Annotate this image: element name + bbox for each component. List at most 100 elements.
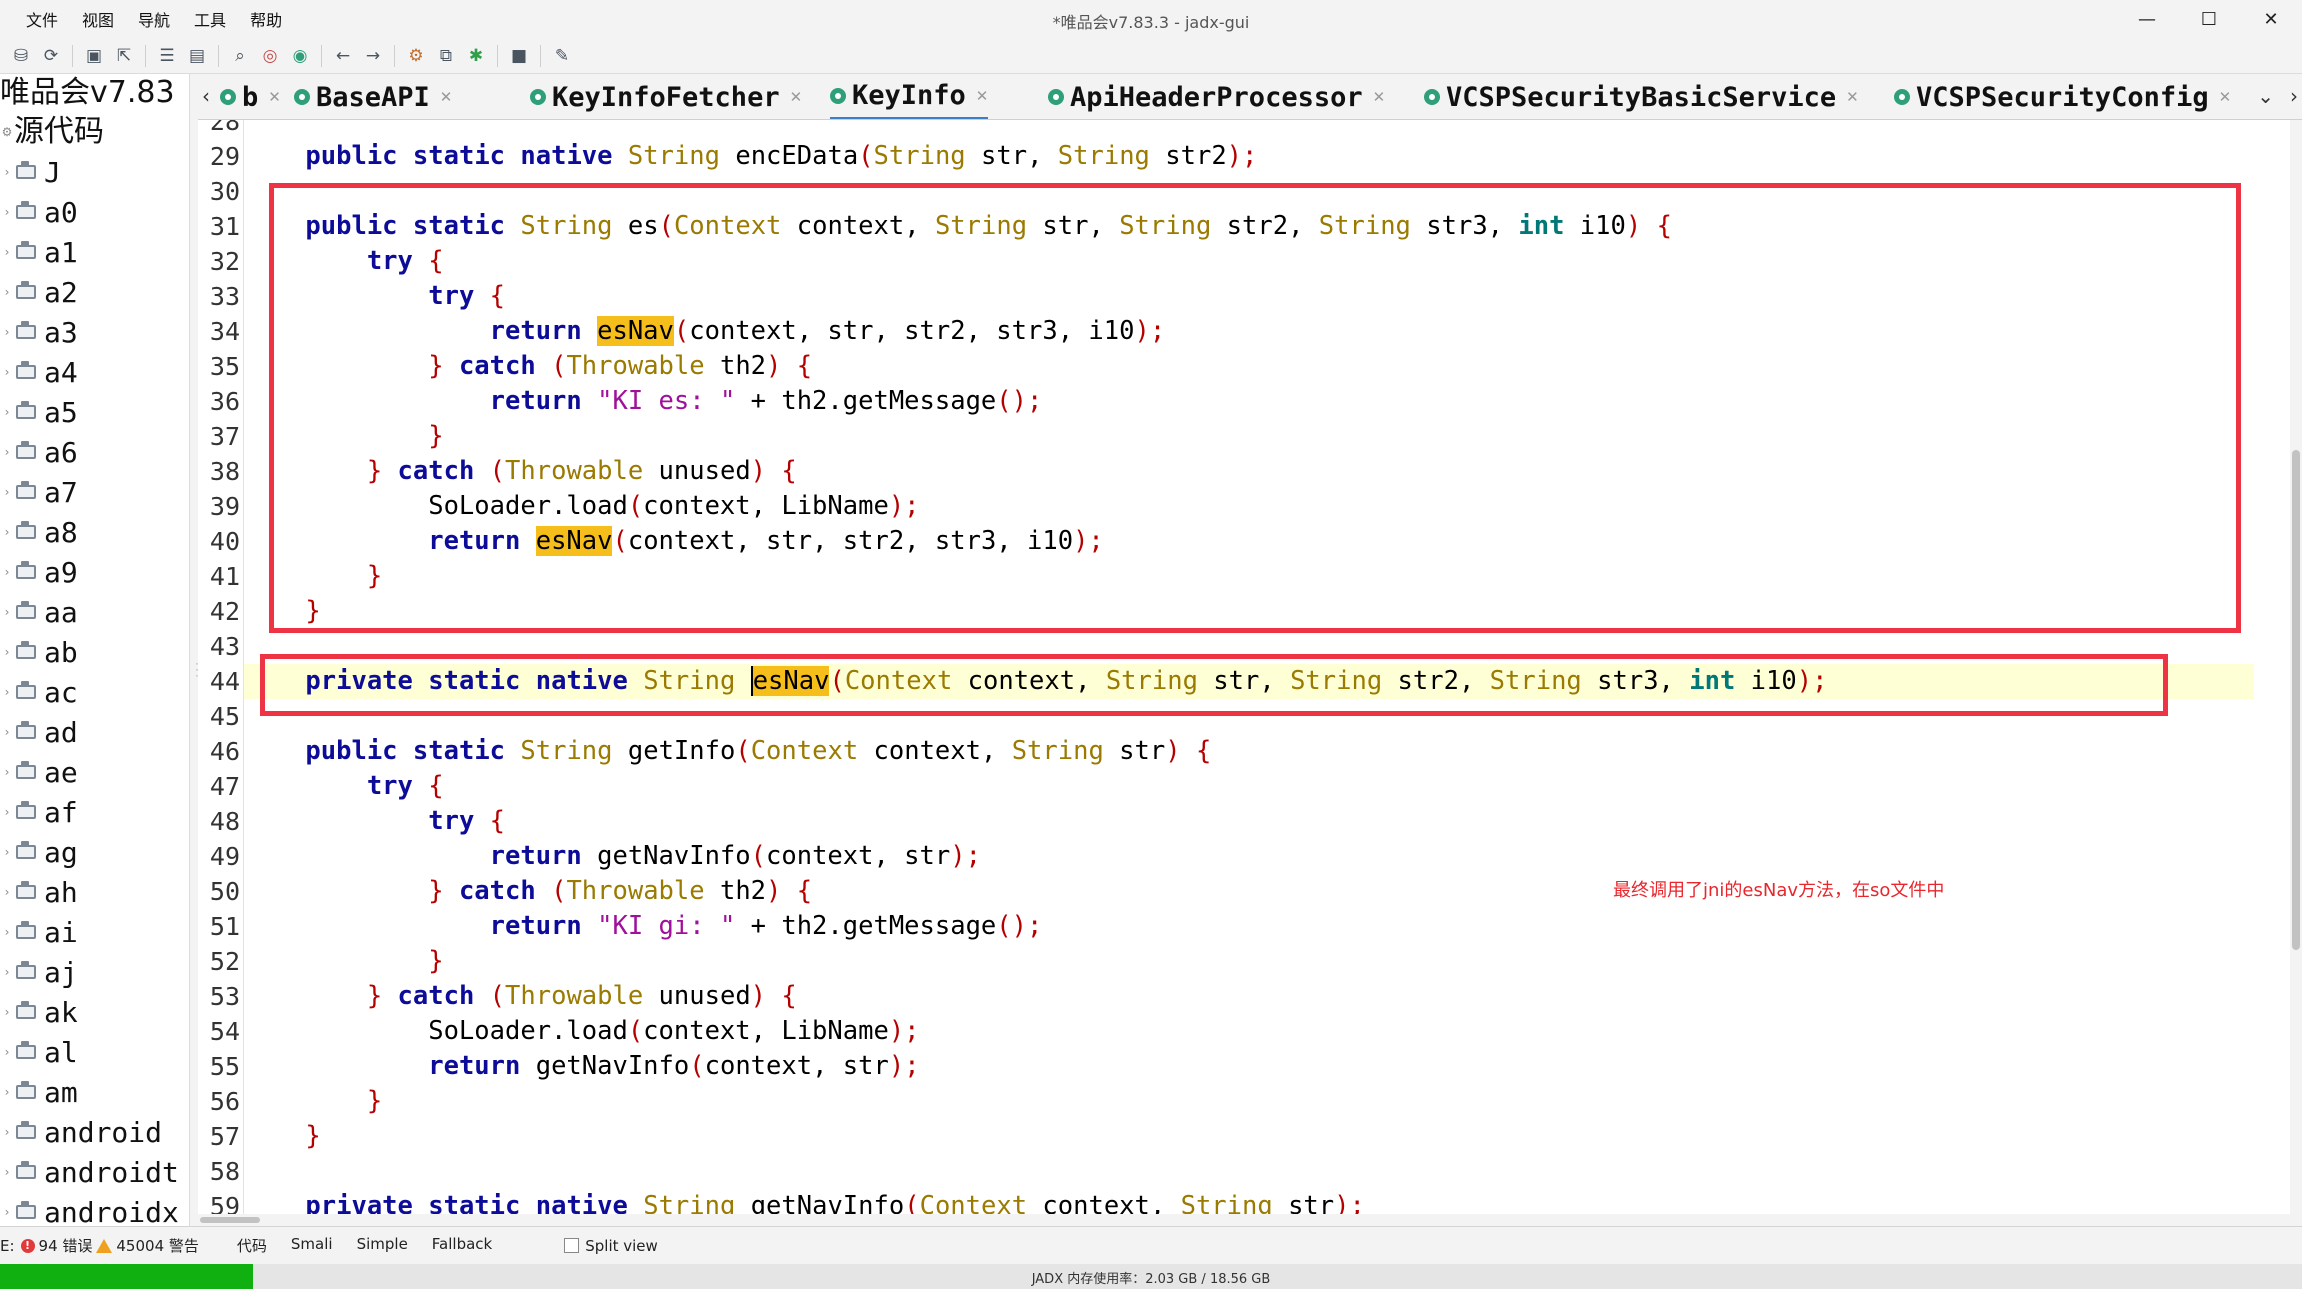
expand-arrow-icon[interactable]: › bbox=[0, 725, 14, 739]
bookmark-icon[interactable]: ⧉ bbox=[431, 42, 461, 70]
tree-package-item[interactable]: › ad bbox=[0, 712, 189, 752]
menu-navigate[interactable]: 导航 bbox=[126, 7, 182, 31]
expand-arrow-icon[interactable]: ⚙ bbox=[0, 112, 14, 152]
tree-package-item[interactable]: › a4 bbox=[0, 352, 189, 392]
tree-package-item[interactable]: › ai bbox=[0, 912, 189, 952]
code-line[interactable]: } bbox=[244, 944, 2254, 979]
package-icon[interactable]: ▤ bbox=[182, 42, 212, 70]
code-line[interactable]: SoLoader.load(context, LibName); bbox=[244, 489, 2254, 524]
tree-package-item[interactable]: › ab bbox=[0, 632, 189, 672]
tab-close-icon[interactable]: ✕ bbox=[1373, 88, 1386, 106]
tab-close-icon[interactable]: ✕ bbox=[268, 88, 281, 106]
expand-arrow-icon[interactable]: › bbox=[0, 205, 14, 219]
debug-icon[interactable]: ✱ bbox=[461, 42, 491, 70]
code-line[interactable]: try { bbox=[244, 279, 2254, 314]
expand-arrow-icon[interactable]: › bbox=[0, 325, 14, 339]
tab-apiheaderprocessor[interactable]: ApiHeaderProcessor ✕ bbox=[1048, 74, 1386, 119]
tree-package-item[interactable]: › a1 bbox=[0, 232, 189, 272]
code-line[interactable]: } catch (Throwable th2) { bbox=[244, 349, 2254, 384]
tab-scroll-right-icon[interactable]: › bbox=[2290, 84, 2298, 108]
tree-package-item[interactable]: › am bbox=[0, 1072, 189, 1112]
code-line[interactable]: public static native String encEData(Str… bbox=[244, 139, 2254, 174]
menu-tools[interactable]: 工具 bbox=[182, 7, 238, 31]
tree-package-item[interactable]: › al bbox=[0, 1032, 189, 1072]
tree-package-item[interactable]: › ah bbox=[0, 872, 189, 912]
tab-close-icon[interactable]: ✕ bbox=[440, 88, 453, 106]
menu-file[interactable]: 文件 bbox=[14, 7, 70, 31]
tab-b[interactable]: b ✕ bbox=[220, 74, 281, 119]
code-line[interactable]: } bbox=[244, 1119, 2254, 1154]
code-line[interactable]: try { bbox=[244, 804, 2254, 839]
expand-arrow-icon[interactable]: › bbox=[0, 1005, 14, 1019]
expand-arrow-icon[interactable]: › bbox=[0, 485, 14, 499]
code-line[interactable]: return "KI es: " + th2.getMessage(); bbox=[244, 384, 2254, 419]
tab-vcspsecurityconfig[interactable]: VCSPSecurityConfig ✕ bbox=[1894, 74, 2232, 119]
menu-help[interactable]: 帮助 bbox=[238, 7, 294, 31]
tab-close-icon[interactable]: ✕ bbox=[1846, 88, 1859, 106]
tree-root[interactable]: 唯品会v7.83 bbox=[0, 74, 189, 112]
find-class-icon[interactable]: ◉ bbox=[285, 42, 315, 70]
decompile-icon[interactable]: ⚙ bbox=[401, 42, 431, 70]
tab-close-icon[interactable]: ✕ bbox=[2219, 88, 2232, 106]
save-all-icon[interactable]: ⛁ bbox=[6, 42, 36, 70]
back-icon[interactable]: ← bbox=[328, 42, 358, 70]
expand-arrow-icon[interactable]: › bbox=[0, 1165, 14, 1179]
tree-package-item[interactable]: › a0 bbox=[0, 192, 189, 232]
save-icon[interactable]: ▣ bbox=[79, 42, 109, 70]
expand-arrow-icon[interactable]: › bbox=[0, 925, 14, 939]
tree-package-item[interactable]: › a5 bbox=[0, 392, 189, 432]
tab-scroll-left-icon[interactable]: ‹ bbox=[202, 84, 210, 108]
flatten-icon[interactable]: ☰ bbox=[152, 42, 182, 70]
expand-arrow-icon[interactable]: › bbox=[0, 165, 14, 179]
expand-arrow-icon[interactable]: › bbox=[0, 1125, 14, 1139]
tree-package-item[interactable]: › android bbox=[0, 1112, 189, 1152]
code-line[interactable]: public static String es(Context context,… bbox=[244, 209, 2254, 244]
tree-package-item[interactable]: › ag bbox=[0, 832, 189, 872]
expand-arrow-icon[interactable]: › bbox=[0, 245, 14, 259]
menu-view[interactable]: 视图 bbox=[70, 7, 126, 31]
view-tab-fallback[interactable]: Fallback bbox=[420, 1235, 504, 1256]
search-icon[interactable]: ⌕ bbox=[225, 42, 255, 70]
settings-icon[interactable]: ✎ bbox=[547, 42, 577, 70]
code-line[interactable]: return esNav(context, str, str2, str3, i… bbox=[244, 314, 2254, 349]
expand-arrow-icon[interactable]: › bbox=[0, 605, 14, 619]
tree-package-item[interactable]: › a8 bbox=[0, 512, 189, 552]
maximize-button[interactable]: ☐ bbox=[2178, 0, 2240, 38]
warning-count[interactable]: 45004 警告 bbox=[116, 1235, 199, 1256]
tree-package-item[interactable]: › ac bbox=[0, 672, 189, 712]
tab-vcspsecuritybasicservice[interactable]: VCSPSecurityBasicService ✕ bbox=[1424, 74, 1859, 119]
sync-icon[interactable]: ⟳ bbox=[36, 42, 66, 70]
code-line[interactable]: } bbox=[244, 559, 2254, 594]
code-line[interactable]: } catch (Throwable th2) { bbox=[244, 874, 2254, 909]
log-icon[interactable]: ■ bbox=[504, 42, 534, 70]
project-tree[interactable]: 唯品会v7.83 ⚙ 源代码 › J › a0 › a1 › a2 › a3 › a4 › a5 › a6 › a… bbox=[0, 74, 190, 1226]
tree-package-item[interactable]: › a2 bbox=[0, 272, 189, 312]
code-line[interactable]: return "KI gi: " + th2.getMessage(); bbox=[244, 909, 2254, 944]
expand-arrow-icon[interactable]: › bbox=[0, 405, 14, 419]
expand-arrow-icon[interactable]: › bbox=[0, 845, 14, 859]
code-line[interactable]: try { bbox=[244, 244, 2254, 279]
panel-splitter[interactable] bbox=[190, 74, 198, 1226]
tree-package-item[interactable]: › androidt bbox=[0, 1152, 189, 1192]
code-line[interactable]: public static String getInfo(Context con… bbox=[244, 734, 2254, 769]
expand-arrow-icon[interactable]: › bbox=[0, 965, 14, 979]
tab-keyinfo[interactable]: KeyInfo ✕ bbox=[830, 74, 989, 119]
view-tab-smali[interactable]: Smali bbox=[279, 1235, 345, 1256]
expand-arrow-icon[interactable]: › bbox=[0, 285, 14, 299]
tree-package-item[interactable]: › a6 bbox=[0, 432, 189, 472]
horizontal-scrollbar[interactable] bbox=[198, 1214, 2302, 1226]
expand-arrow-icon[interactable]: › bbox=[0, 365, 14, 379]
find-usage-icon[interactable]: ◎ bbox=[255, 42, 285, 70]
expand-arrow-icon[interactable]: › bbox=[0, 805, 14, 819]
expand-arrow-icon[interactable]: › bbox=[0, 765, 14, 779]
split-view-label[interactable]: Split view bbox=[585, 1237, 658, 1255]
expand-arrow-icon[interactable]: › bbox=[0, 1205, 14, 1219]
code-line[interactable]: } bbox=[244, 1084, 2254, 1119]
expand-arrow-icon[interactable]: › bbox=[0, 445, 14, 459]
split-view-checkbox[interactable] bbox=[564, 1238, 580, 1253]
tree-source-node[interactable]: ⚙ 源代码 bbox=[0, 112, 189, 152]
view-tab-code[interactable]: 代码 bbox=[225, 1235, 279, 1256]
expand-arrow-icon[interactable]: › bbox=[0, 565, 14, 579]
tree-package-item[interactable]: › aa bbox=[0, 592, 189, 632]
code-area[interactable]: public static native String encEData(Str… bbox=[244, 120, 2254, 1226]
